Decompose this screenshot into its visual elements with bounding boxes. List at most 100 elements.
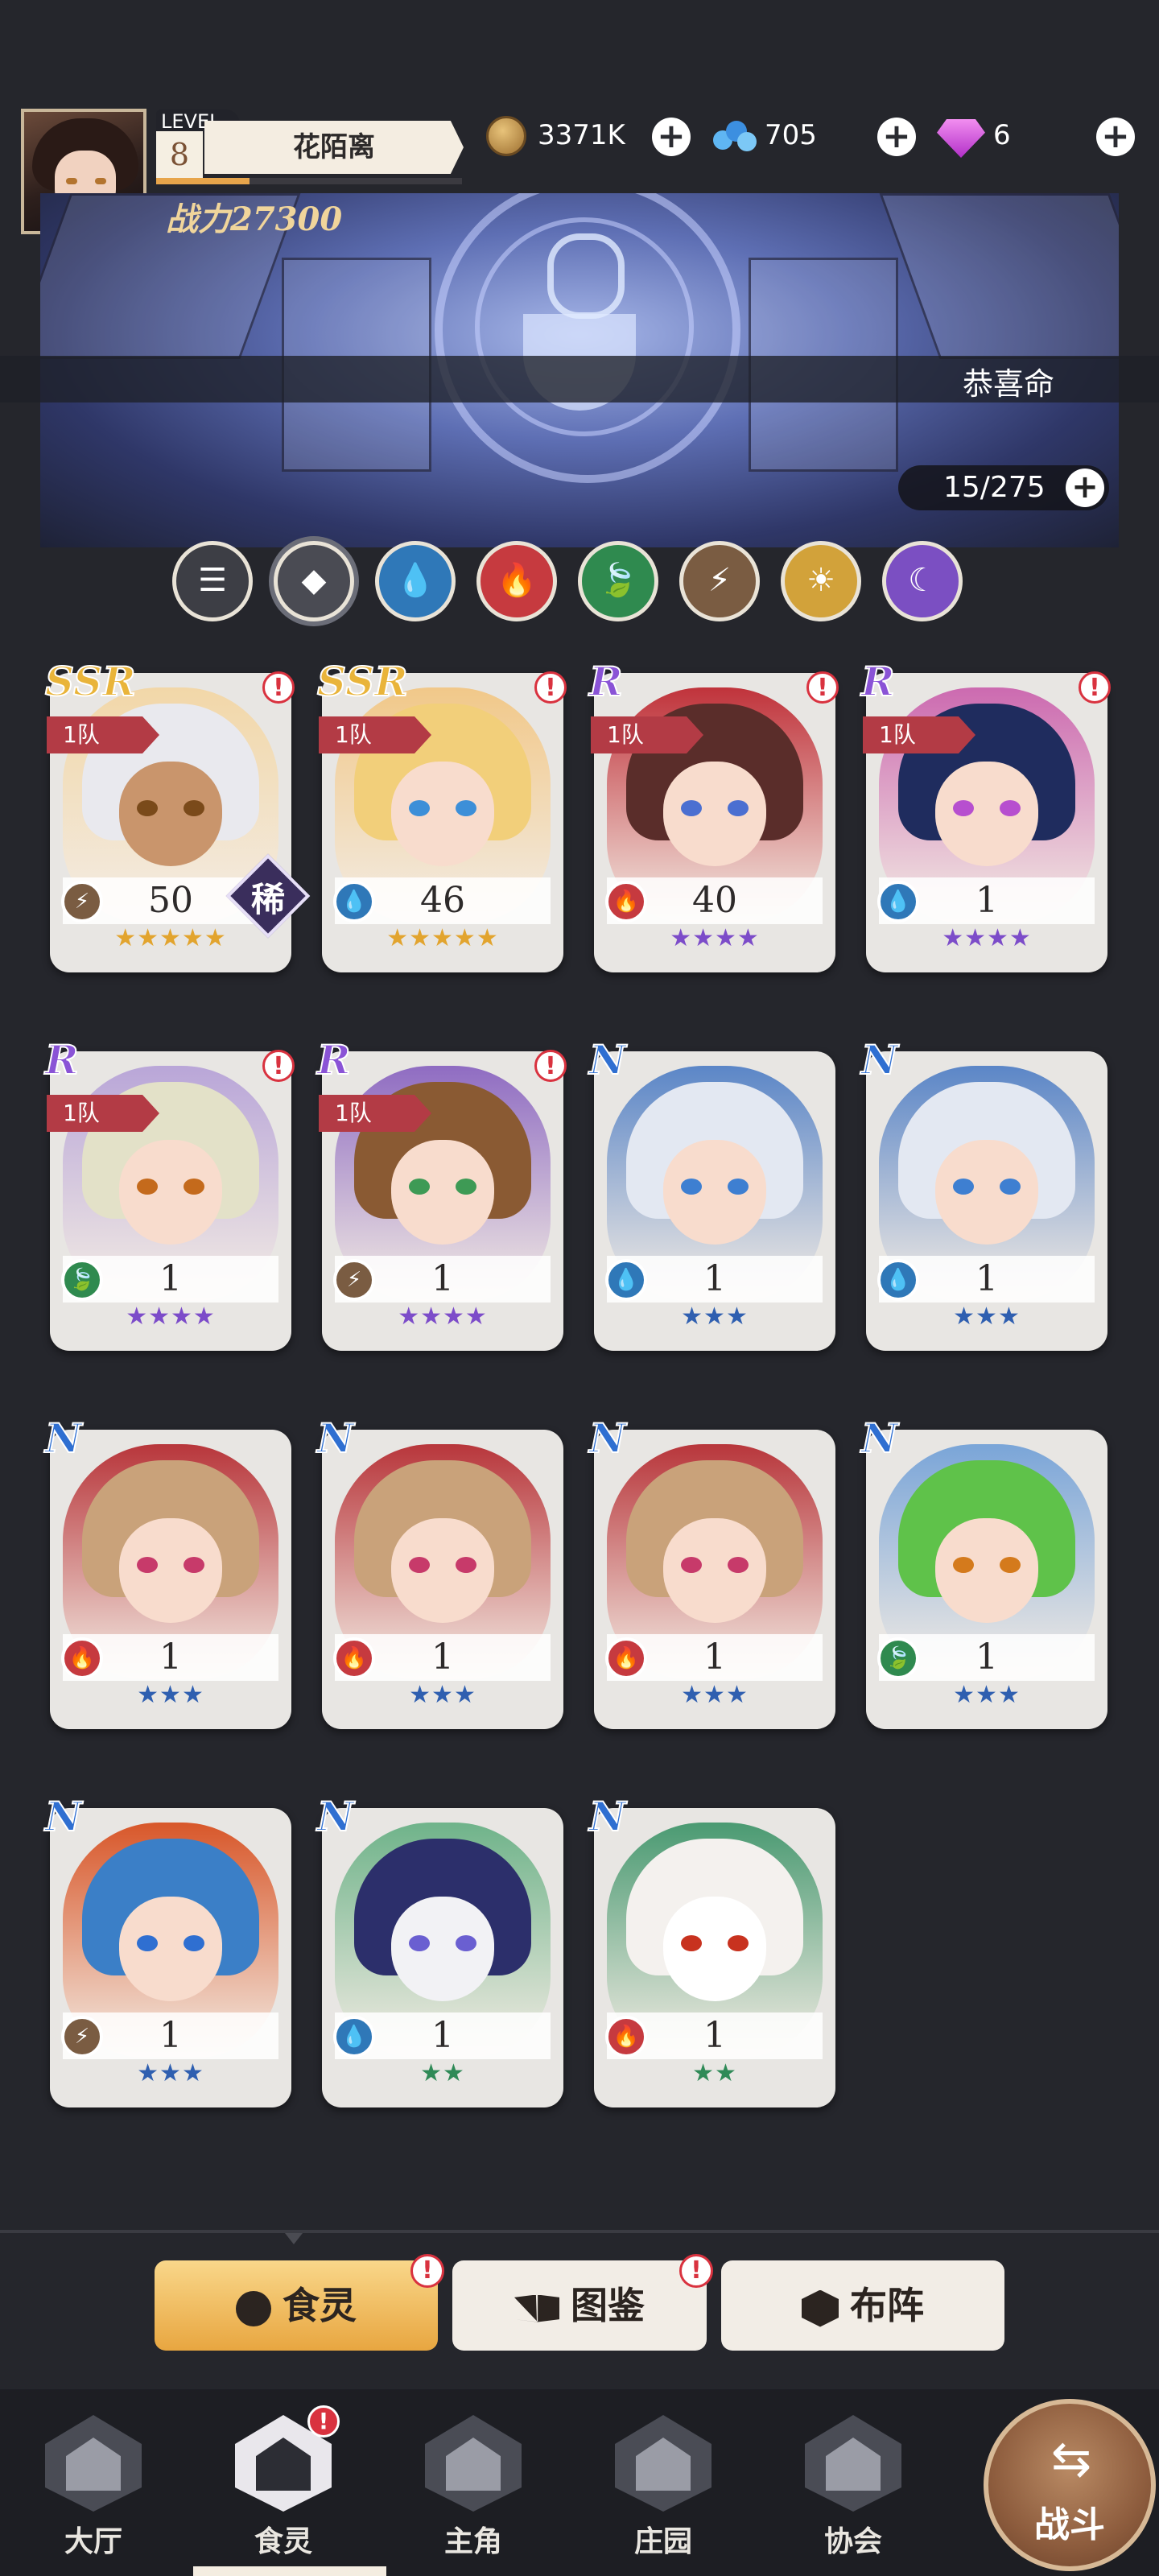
nav-manor-label: 庄园 [633,2525,692,2558]
rarity-label: N [860,1414,899,1462]
character-card[interactable]: 1 ★★★ 🔥 N [44,1418,291,1736]
filter-thunder-icon[interactable]: ⚡ [679,541,760,621]
tab-formation[interactable]: 布阵 [721,2260,1004,2351]
star-rating: ★★★ [137,2059,204,2087]
filter-all-icon[interactable]: ☰ [172,541,253,621]
team-badge: 1队 [863,716,975,753]
character-card[interactable]: 1 ★★★ 🍃 N [860,1418,1107,1736]
character-card[interactable]: 1 ★★★★ 💧 R 1队! [860,661,1111,979]
leaf-element-icon: 🍃 [61,1259,103,1301]
rarity-label: R [860,658,896,705]
character-card[interactable]: 1 ★★★ ⚡ N [44,1796,291,2114]
nav-food-spirit[interactable]: 食灵! [203,2399,364,2576]
character-card[interactable]: 1 ★★ 💧 N [316,1796,563,2114]
water-element-icon: 💧 [333,881,375,923]
character-card[interactable]: 50 ★★★★★ ⚡ SSR 1队! 稀 [44,661,311,979]
card-alert-badge: ! [534,1050,567,1082]
team-badge: 1队 [47,1095,159,1132]
tab-food-spirit[interactable]: 食灵 ! [155,2254,444,2351]
character-card[interactable]: 1 ★★★ 🔥 N [588,1418,835,1736]
rarity-label: N [588,1414,627,1462]
star-rating: ★★★★ [942,924,1032,952]
character-card[interactable]: 1 ★★★★ ⚡ R 1队! [316,1039,567,1357]
fire-element-icon: 🔥 [61,1637,103,1679]
add-gem-button[interactable]: + [1096,118,1135,156]
fire-element-icon: 🔥 [605,881,647,923]
nav-manor[interactable]: 庄园 [583,2399,744,2576]
gem-icon [937,119,985,158]
rarity-label: N [316,1793,355,1840]
nav-guild[interactable]: 协会 [773,2399,934,2576]
filter-moon-icon[interactable]: ☾ [882,541,963,621]
tab-food-spirit-alert-badge: ! [410,2254,444,2288]
card-alert-badge: ! [262,671,295,704]
swap-arrows-icon: ⇆ [1050,2431,1092,2487]
fire-element-icon: 🔥 [605,1637,647,1679]
star-rating: ★★★ [681,1681,749,1709]
card-alert-badge: ! [1079,671,1111,704]
star-rating: ★★★★★ [386,924,499,952]
star-rating: ★★★★ [126,1302,216,1331]
nav-hero[interactable]: 主角 [393,2399,554,2576]
rarity-label: R [588,658,624,705]
character-card[interactable]: 1 ★★★ 💧 N [588,1039,835,1357]
team-badge: 1队 [47,716,159,753]
rare-badge-label: 稀 [250,880,285,919]
water-element-icon: 💧 [877,881,919,923]
player-name[interactable]: 花陌离 [204,121,464,174]
gem-amount: 6 [993,119,1011,151]
filter-fire-icon[interactable]: 🔥 [476,541,557,621]
star-rating: ★★ [692,2059,737,2087]
expand-capacity-button[interactable]: + [1066,469,1104,507]
character-card[interactable]: 1 ★★★★ 🍃 R 1队! [44,1039,295,1357]
team-badge: 1队 [319,716,431,753]
scroll-indicator-icon [285,2233,303,2244]
nav-hero-label: 主角 [443,2525,502,2558]
rarity-label: N [860,1036,899,1084]
book-icon [514,2294,559,2322]
nav-hall[interactable]: 大厅 [13,2399,174,2576]
thunder-element-icon: ⚡ [333,1259,375,1301]
card-alert-badge: ! [806,671,839,704]
character-card[interactable]: 1 ★★★ 💧 N [860,1039,1107,1357]
filter-leaf-icon[interactable]: 🍃 [578,541,658,621]
tab-encyclopedia-label: 图鉴 [571,2284,645,2327]
thunder-element-icon: ⚡ [61,2016,103,2058]
tab-encyclopedia[interactable]: 图鉴 ! [452,2254,713,2351]
card-alert-badge: ! [534,671,567,704]
character-card[interactable]: 46 ★★★★★ 💧 SSR 1队! [316,661,567,979]
star-rating: ★★★ [409,1681,476,1709]
combat-power: 战力27300 [166,200,343,238]
add-crystal-button[interactable]: + [877,118,916,156]
crystal-icon [713,121,758,155]
tab-food-spirit-label: 食灵 [283,2284,357,2327]
leaf-element-icon: 🍃 [877,1637,919,1679]
rarity-label: R [316,1036,352,1084]
level-number: 8 [156,131,203,178]
exp-bar-fill [156,178,250,184]
character-card[interactable]: 1 ★★ 🔥 N [588,1796,835,2114]
star-rating: ★★ [420,2059,465,2087]
food-spirit-tab-icon [236,2290,271,2326]
card-alert-badge: ! [262,1050,295,1082]
filter-rare-icon[interactable]: ◆ [274,541,354,621]
rarity-label: SSR [316,658,409,705]
star-rating: ★★★ [953,1302,1021,1331]
star-rating: ★★★★ [670,924,760,952]
nav-alert-badge: ! [307,2405,340,2438]
star-rating: ★★★ [137,1681,204,1709]
thunder-element-icon: ⚡ [61,881,103,923]
rarity-label: SSR [44,658,137,705]
character-card[interactable]: 40 ★★★★ 🔥 R 1队! [588,661,839,979]
filter-sun-icon[interactable]: ☀ [781,541,861,621]
character-card[interactable]: 1 ★★★ 🔥 N [316,1418,563,1736]
tab-formation-label: 布阵 [850,2284,924,2327]
star-rating: ★★★ [953,1681,1021,1709]
water-element-icon: 💧 [605,1259,647,1301]
team-badge: 1队 [319,1095,431,1132]
nav-hall-label: 大厅 [64,2525,122,2558]
water-element-icon: 💧 [877,1259,919,1301]
filter-water-icon[interactable]: 💧 [375,541,456,621]
add-gold-button[interactable]: + [652,118,691,156]
banner-title: 恭喜命 [963,366,1055,402]
